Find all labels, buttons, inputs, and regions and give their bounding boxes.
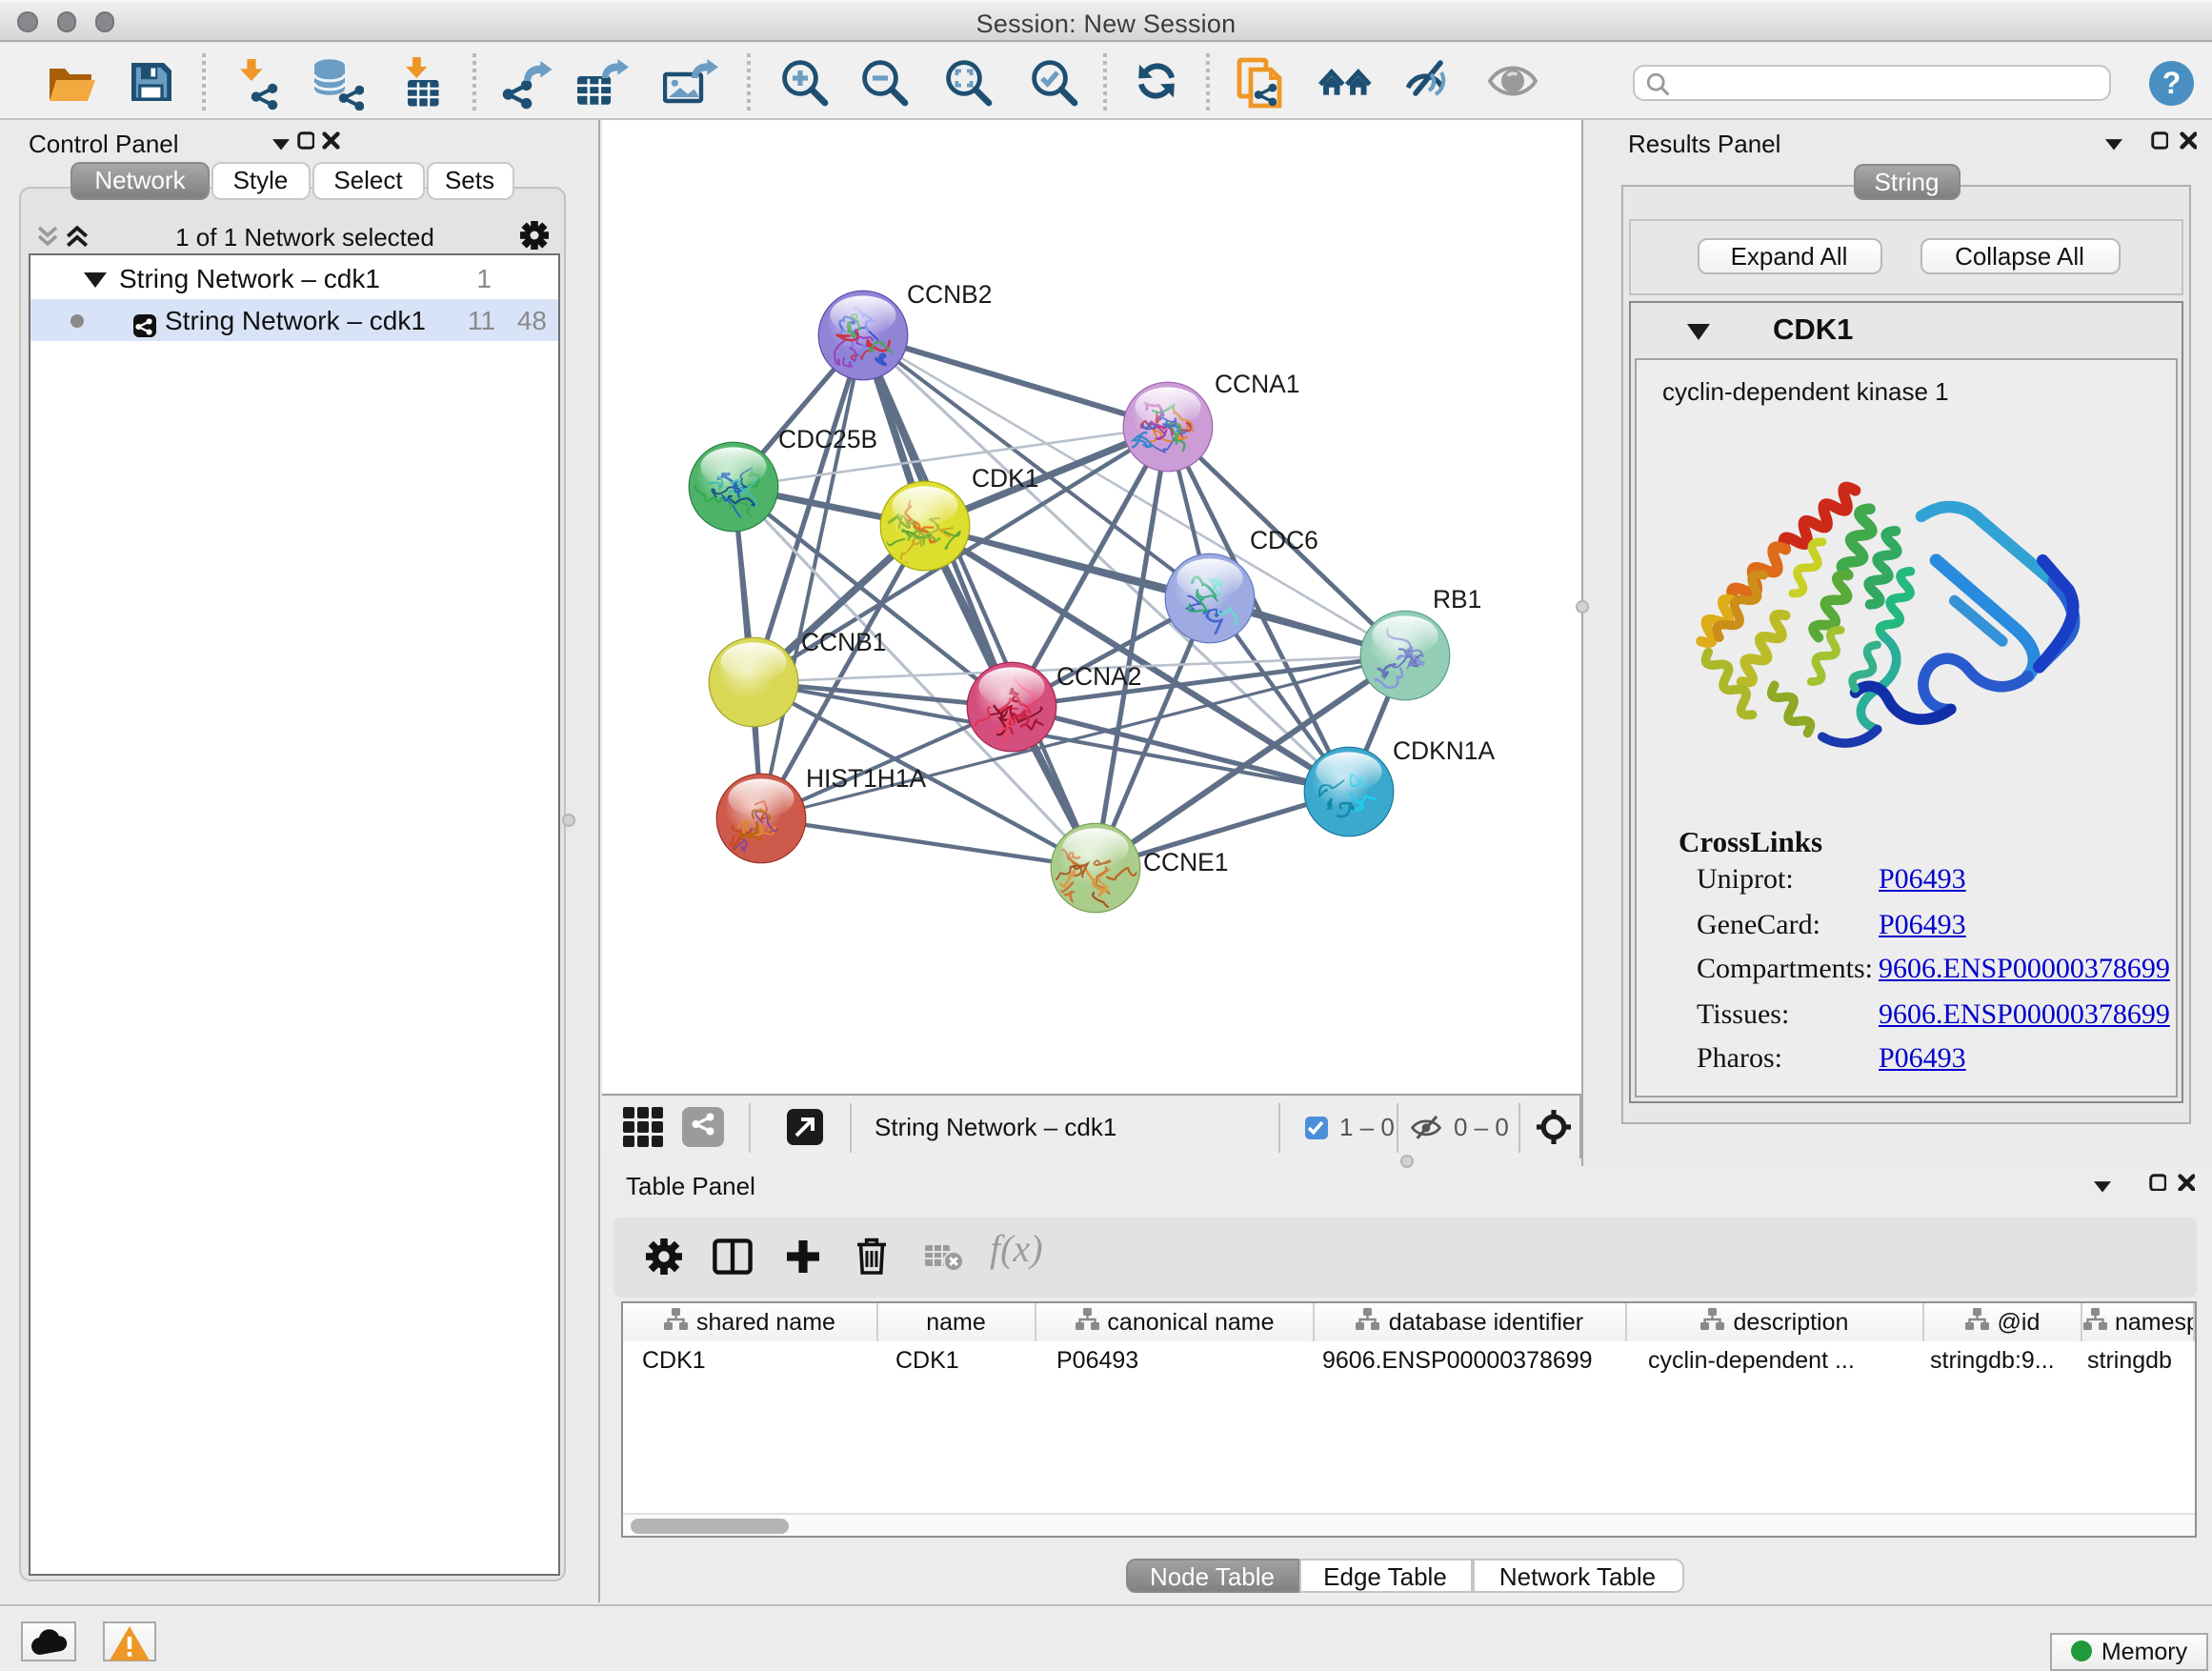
- svg-text:CCNB2: CCNB2: [906, 280, 991, 309]
- svg-text:?: ?: [2162, 65, 2182, 99]
- svg-text:CCNA1: CCNA1: [1214, 370, 1298, 398]
- svg-text:CDK1: CDK1: [971, 464, 1037, 493]
- svg-text:CDC25B: CDC25B: [777, 425, 876, 453]
- svg-text:CDKN1A: CDKN1A: [1392, 736, 1494, 765]
- svg-text:HIST1H1A: HIST1H1A: [805, 764, 926, 793]
- svg-text:CCNB1: CCNB1: [800, 628, 885, 656]
- svg-text:RB1: RB1: [1432, 585, 1480, 614]
- svg-text:CCNA2: CCNA2: [1056, 662, 1140, 691]
- svg-text:CCNE1: CCNE1: [1142, 848, 1227, 876]
- svg-text:CDC6: CDC6: [1249, 526, 1317, 554]
